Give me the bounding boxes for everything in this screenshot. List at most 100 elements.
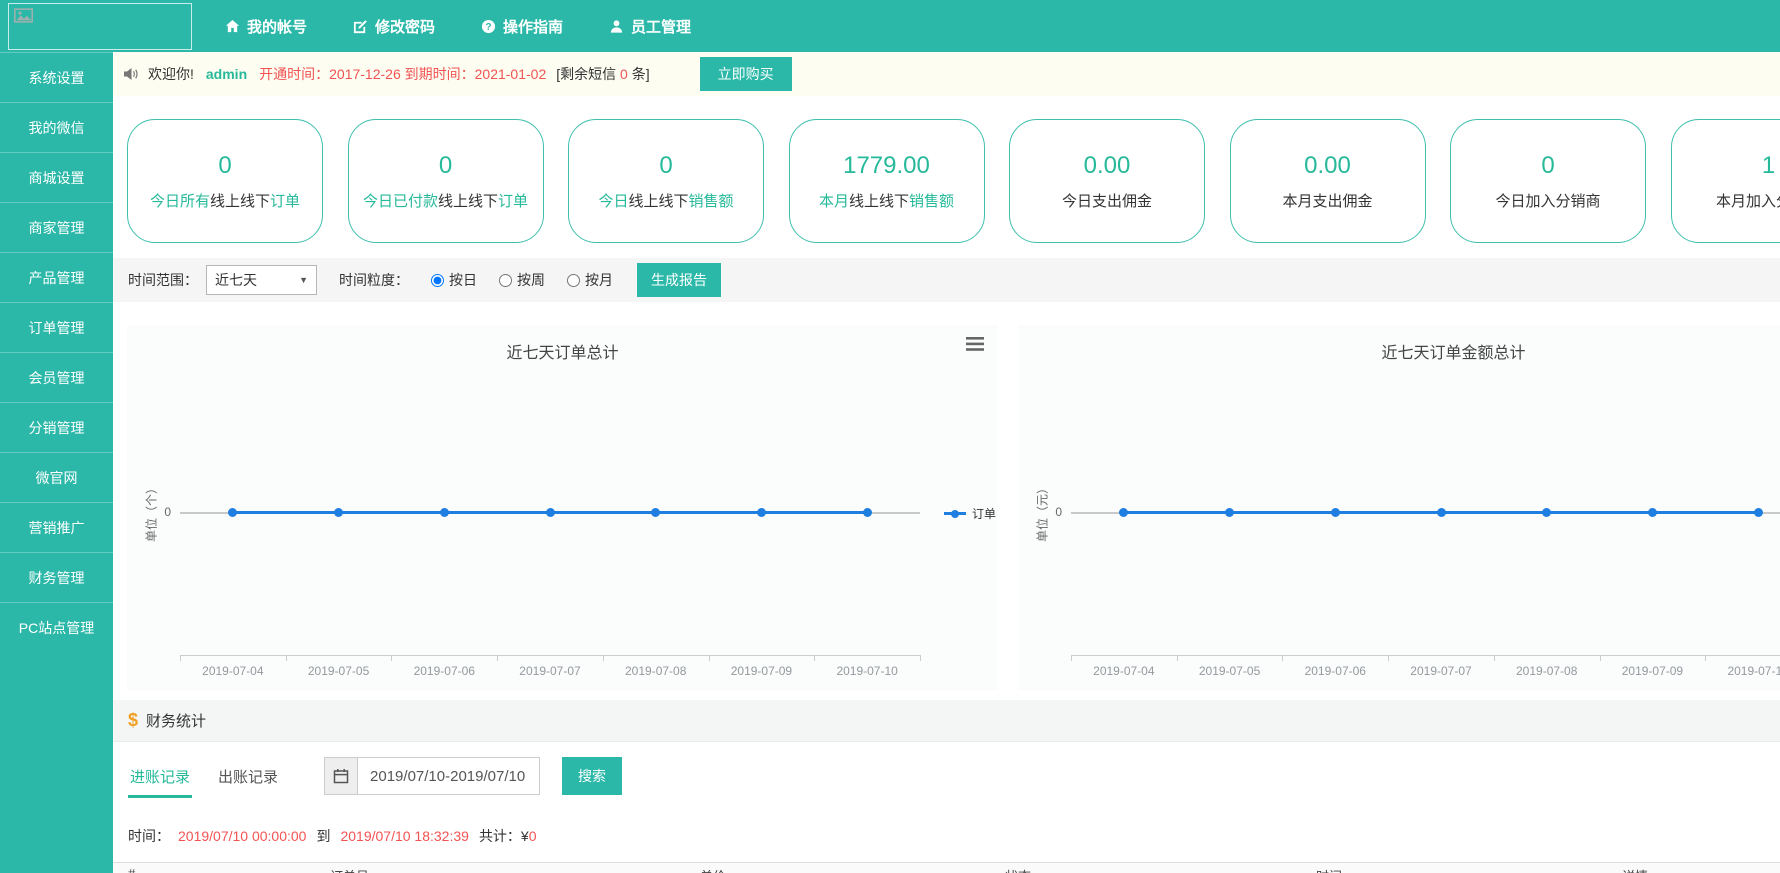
time-from: 2019/07/10 00:00:00: [178, 828, 306, 844]
stat-label-part: 本月支出佣金: [1282, 193, 1372, 210]
sidebar-item-营销推广[interactable]: 营销推广: [0, 502, 113, 552]
date-range-input[interactable]: [358, 757, 540, 795]
stat-card-6: 0今日加入分销商: [1450, 119, 1646, 243]
sms-remaining: [剩余短信 0 条]: [556, 64, 649, 84]
stat-card-7: 1本月加入分销商: [1671, 119, 1780, 243]
granularity-option-按日[interactable]: 按日: [431, 270, 477, 290]
x-axis-date-label: 2019-07-08: [606, 664, 706, 678]
sidebar-item-系统设置[interactable]: 系统设置: [0, 52, 113, 102]
total-label: 共计：¥: [479, 826, 529, 846]
home-icon: [225, 19, 240, 34]
stat-label-part: 今日支出佣金: [1062, 193, 1152, 210]
tab-进账记录[interactable]: 进账记录: [128, 760, 192, 798]
sidebar-item-分销管理[interactable]: 分销管理: [0, 402, 113, 452]
chart-menu-icon[interactable]: [966, 337, 984, 356]
sidebar-item-微官网[interactable]: 微官网: [0, 452, 113, 502]
x-axis-tick: [1388, 655, 1389, 661]
data-point[interactable]: [440, 508, 449, 517]
data-point[interactable]: [1119, 508, 1128, 517]
main-content: 欢迎你! admin 开通时间：2017-12-26 到期时间：2021-01-…: [113, 52, 1780, 873]
finance-time-summary: 时间： 2019/07/10 00:00:00 到 2019/07/10 18:…: [113, 810, 1780, 862]
x-axis-tick: [1282, 655, 1283, 661]
data-point[interactable]: [1754, 508, 1763, 517]
data-point[interactable]: [757, 508, 766, 517]
topnav-item-guide[interactable]: ?操作指南: [481, 16, 563, 37]
data-point[interactable]: [651, 508, 660, 517]
data-point[interactable]: [334, 508, 343, 517]
time-range-select[interactable]: 近七天 ▼: [206, 265, 317, 295]
order-amount-chart-panel: 近七天订单金额总计单位（元）02019-07-042019-07-052019-…: [1018, 325, 1780, 690]
x-axis-date-label: 2019-07-10: [1708, 664, 1780, 678]
radio-label: 按月: [585, 270, 613, 290]
stat-card-2: 0今日线上线下销售额: [568, 119, 764, 243]
stat-label-part: 销售额: [909, 193, 954, 210]
granularity-option-按月[interactable]: 按月: [567, 270, 613, 290]
stat-label-part: 订单: [270, 193, 300, 210]
generate-report-button[interactable]: 生成报告: [637, 263, 721, 297]
account-period: 开通时间：2017-12-26 到期时间：2021-01-02: [259, 64, 546, 84]
data-point[interactable]: [863, 508, 872, 517]
topnav-item-my-account[interactable]: 我的帐号: [225, 16, 307, 37]
x-axis-date-label: 2019-07-05: [1180, 664, 1280, 678]
stat-value: 0: [218, 152, 231, 180]
stat-card-1: 0 今日已付款线上线下订单: [348, 119, 544, 243]
radio-按月[interactable]: [567, 274, 580, 287]
data-point[interactable]: [546, 508, 555, 517]
chart-legend[interactable]: 订单: [944, 505, 996, 522]
table-header-状态: 状态: [1005, 866, 1031, 873]
topnav-item-change-password[interactable]: 修改密码: [353, 16, 435, 37]
radio-按日[interactable]: [431, 274, 444, 287]
sidebar-item-我的微信[interactable]: 我的微信: [0, 102, 113, 152]
data-point[interactable]: [1437, 508, 1446, 517]
sidebar-item-商家管理[interactable]: 商家管理: [0, 202, 113, 252]
stat-label-part: 订单: [498, 193, 528, 210]
x-axis-date-label: 2019-07-04: [1074, 664, 1174, 678]
data-point[interactable]: [1225, 508, 1234, 517]
search-button[interactable]: 搜索: [562, 757, 622, 795]
sidebar-item-产品管理[interactable]: 产品管理: [0, 252, 113, 302]
stat-value: 0: [439, 152, 452, 180]
data-point[interactable]: [1542, 508, 1551, 517]
radio-按周[interactable]: [499, 274, 512, 287]
stat-label-part: 本月加入分销商: [1716, 193, 1780, 210]
stats-row: 0今日所有线上线下订单0今日已付款线上线下订单0今日线上线下销售额1779.00…: [113, 119, 1780, 243]
stat-label-part: 本月: [819, 193, 849, 210]
sidebar-item-会员管理[interactable]: 会员管理: [0, 352, 113, 402]
granularity-option-按周[interactable]: 按周: [499, 270, 545, 290]
data-point[interactable]: [1331, 508, 1340, 517]
sidebar-item-财务管理[interactable]: 财务管理: [0, 552, 113, 602]
stat-value: 0: [1541, 152, 1554, 180]
date-range-picker: [324, 757, 540, 795]
sidebar-item-商城设置[interactable]: 商城设置: [0, 152, 113, 202]
topnav-label: 员工管理: [631, 16, 691, 37]
stat-label: 今日已付款线上线下订单: [363, 190, 528, 211]
data-point[interactable]: [1648, 508, 1657, 517]
sidebar-item-订单管理[interactable]: 订单管理: [0, 302, 113, 352]
broken-image-icon: [14, 8, 33, 23]
dollar-icon: $: [128, 710, 138, 731]
stat-label: 本月线上线下销售额: [819, 190, 954, 211]
stat-label-part: 今日: [598, 193, 628, 210]
chart-title: 近七天订单金额总计: [1018, 339, 1780, 363]
sidebar: 系统设置我的微信商城设置商家管理产品管理订单管理会员管理分销管理微官网营销推广财…: [0, 52, 113, 873]
filter-bar: 时间范围： 近七天 ▼ 时间粒度： 按日按周按月 生成报告: [113, 258, 1780, 302]
x-axis-tick: [497, 655, 498, 661]
stat-card-0: 0今日所有线上线下订单: [127, 119, 323, 243]
logo: [8, 3, 192, 50]
x-axis-tick: [920, 655, 921, 661]
calendar-icon[interactable]: [324, 757, 358, 795]
stat-card-5: 0.00本月支出佣金: [1230, 119, 1426, 243]
radio-label: 按日: [449, 270, 477, 290]
stat-label: 今日线上线下销售额: [598, 190, 733, 211]
sms-count: 0: [620, 66, 628, 82]
stat-card-3: 1779.00本月线上线下销售额: [789, 119, 985, 243]
data-point[interactable]: [228, 508, 237, 517]
topnav-item-staff[interactable]: 员工管理: [609, 16, 691, 37]
to-label: 到: [316, 826, 330, 846]
sidebar-item-PC站点管理[interactable]: PC站点管理: [0, 602, 113, 652]
charts-row: 近七天订单总计单位（个）02019-07-042019-07-052019-07…: [113, 325, 1780, 690]
tab-出账记录[interactable]: 出账记录: [216, 760, 280, 798]
x-axis-tick: [391, 655, 392, 661]
buy-now-button[interactable]: 立即购买: [700, 57, 792, 91]
stat-label-part: 今日已付款: [363, 193, 438, 210]
